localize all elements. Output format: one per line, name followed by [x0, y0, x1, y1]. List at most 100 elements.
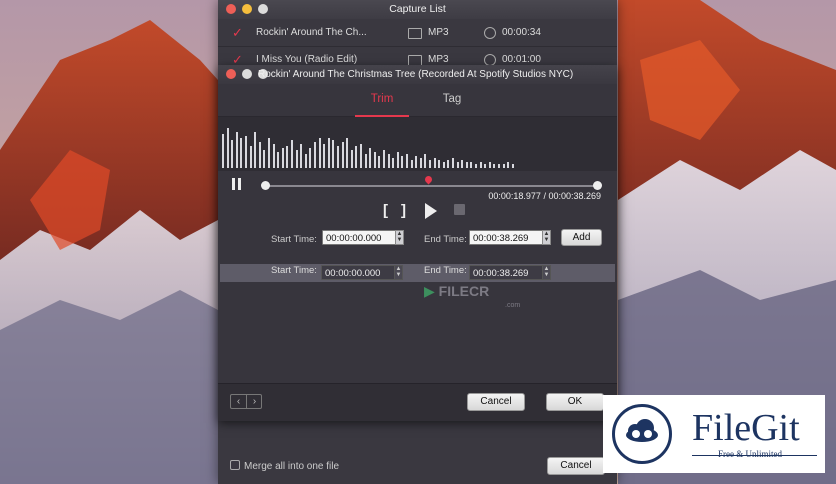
filegit-tagline: Free & Unlimited	[718, 449, 782, 459]
waveform-bar	[484, 164, 487, 168]
waveform-bar	[493, 164, 496, 168]
set-end-icon[interactable]: ]	[401, 202, 406, 219]
segment-start-stepper[interactable]: ▲ ▼	[394, 265, 403, 280]
add-button[interactable]: Add	[561, 229, 602, 246]
waveform-bar	[401, 156, 404, 168]
waveform-bar	[341, 142, 344, 168]
merge-label: Merge all into one file	[244, 461, 340, 472]
waveform-bar	[355, 146, 358, 168]
watermark-sub: .com	[505, 302, 521, 309]
capture-list-title: Capture List	[389, 3, 446, 15]
merge-option[interactable]: Merge all into one file	[230, 460, 339, 472]
minimize-window-button[interactable]	[242, 4, 252, 14]
folder-icon[interactable]	[408, 28, 422, 39]
waveform-bar	[245, 136, 247, 168]
end-time-stepper[interactable]: ▲ ▼	[542, 230, 551, 245]
waveform-bar	[304, 154, 307, 168]
filegit-brand: FileGit	[692, 407, 800, 449]
checkmark-icon[interactable]: ✓	[232, 20, 243, 46]
waveform-bar	[263, 150, 266, 168]
dialog-cancel-button[interactable]: Cancel	[467, 393, 525, 411]
dialog-footer: ‹ › Cancel OK	[218, 383, 617, 421]
waveform-bar	[300, 144, 303, 168]
segment-nav: ‹ ›	[230, 394, 262, 409]
waveform-bar	[291, 140, 293, 168]
waveform-bar	[424, 154, 427, 168]
tab-trim[interactable]: Trim	[355, 84, 409, 117]
watermark-label: FILECR	[438, 283, 490, 299]
waveform-bar	[452, 158, 454, 168]
waveform-bar	[392, 158, 395, 168]
waveform-bar	[373, 152, 376, 168]
trim-start-handle[interactable]	[261, 181, 270, 190]
waveform-bar	[383, 150, 385, 168]
waveform-bar	[337, 146, 339, 168]
start-time-field[interactable]: 00:00:00.000	[322, 230, 396, 245]
waveform-bar	[309, 148, 312, 168]
minimize-dialog-button[interactable]	[242, 69, 252, 79]
waveform-bar	[268, 138, 270, 168]
playhead-marker[interactable]	[423, 174, 434, 185]
pause-icon[interactable]	[232, 178, 242, 190]
waveform-bar	[475, 164, 477, 168]
merge-checkbox[interactable]	[230, 460, 240, 470]
waveform-bar	[277, 152, 280, 168]
waveform-bar	[350, 150, 353, 168]
segment-start-field[interactable]: 00:00:00.000	[321, 265, 395, 280]
watermark-text: ▶ FILECR	[424, 283, 490, 299]
waveform-bar	[240, 138, 243, 168]
waveform-bar	[231, 140, 234, 168]
waveform-bar	[410, 160, 413, 168]
segment-row[interactable]: Start Time: 00:00:00.000 ▲ ▼ End Time: 00…	[220, 264, 615, 282]
end-time-label: End Time:	[424, 234, 467, 245]
waveform-bar	[254, 132, 257, 168]
waveform-bar	[479, 162, 482, 168]
waveform-bar	[465, 162, 468, 168]
start-time-label: Start Time:	[271, 234, 317, 245]
time-readout: 00:00:18.977 / 00:00:38.269	[488, 191, 601, 201]
trim-dialog: Rockin' Around The Christmas Tree (Recor…	[218, 65, 617, 421]
stop-icon[interactable]	[454, 204, 465, 215]
waveform-bar	[511, 164, 514, 168]
waveform-bar	[470, 162, 473, 168]
capture-list-cancel-button[interactable]: Cancel	[547, 457, 605, 475]
playback-bar: 00:00:18.977 / 00:00:38.269	[218, 171, 617, 219]
waveform-bar	[318, 138, 321, 168]
ok-button[interactable]: OK	[546, 393, 604, 411]
waveform[interactable]	[218, 117, 617, 171]
waveform-bar	[226, 128, 229, 168]
tab-tag[interactable]: Tag	[430, 84, 474, 115]
waveform-bar	[369, 148, 372, 168]
waveform-bar	[249, 146, 252, 168]
waveform-bar	[295, 150, 298, 168]
waveform-bar	[332, 140, 335, 168]
segment-end-label: End Time:	[424, 265, 467, 276]
waveform-bar	[429, 160, 431, 168]
close-dialog-button[interactable]	[226, 69, 236, 79]
play-icon[interactable]	[425, 203, 437, 219]
capture-list-row[interactable]: ✓ Rockin' Around The Ch... MP3 00:00:34	[218, 20, 617, 47]
waveform-bar	[346, 138, 349, 168]
waveform-bar	[461, 160, 464, 168]
waveform-bar	[502, 164, 505, 168]
waveform-bar	[447, 160, 450, 168]
waveform-bar	[281, 148, 284, 168]
zoom-window-button[interactable]	[258, 4, 268, 14]
segment-start-label: Start Time:	[271, 265, 317, 276]
segment-end-field[interactable]: 00:00:38.269	[469, 265, 543, 280]
chevron-left-icon[interactable]: ‹	[231, 395, 247, 408]
track-name: Rockin' Around The Ch...	[256, 27, 367, 38]
end-time-field[interactable]: 00:00:38.269	[469, 230, 543, 245]
close-window-button[interactable]	[226, 4, 236, 14]
chevron-right-icon[interactable]: ›	[247, 395, 262, 408]
waveform-bar	[419, 158, 422, 168]
waveform-bar	[498, 164, 500, 168]
waveform-bar	[360, 144, 362, 168]
waveform-bar	[235, 132, 238, 168]
waveform-bar	[222, 134, 224, 168]
segment-end-stepper[interactable]: ▲ ▼	[542, 265, 551, 280]
trim-end-handle[interactable]	[593, 181, 602, 190]
progress-track[interactable]	[261, 174, 602, 190]
set-start-icon[interactable]: [	[383, 202, 388, 219]
start-time-stepper[interactable]: ▲ ▼	[395, 230, 404, 245]
